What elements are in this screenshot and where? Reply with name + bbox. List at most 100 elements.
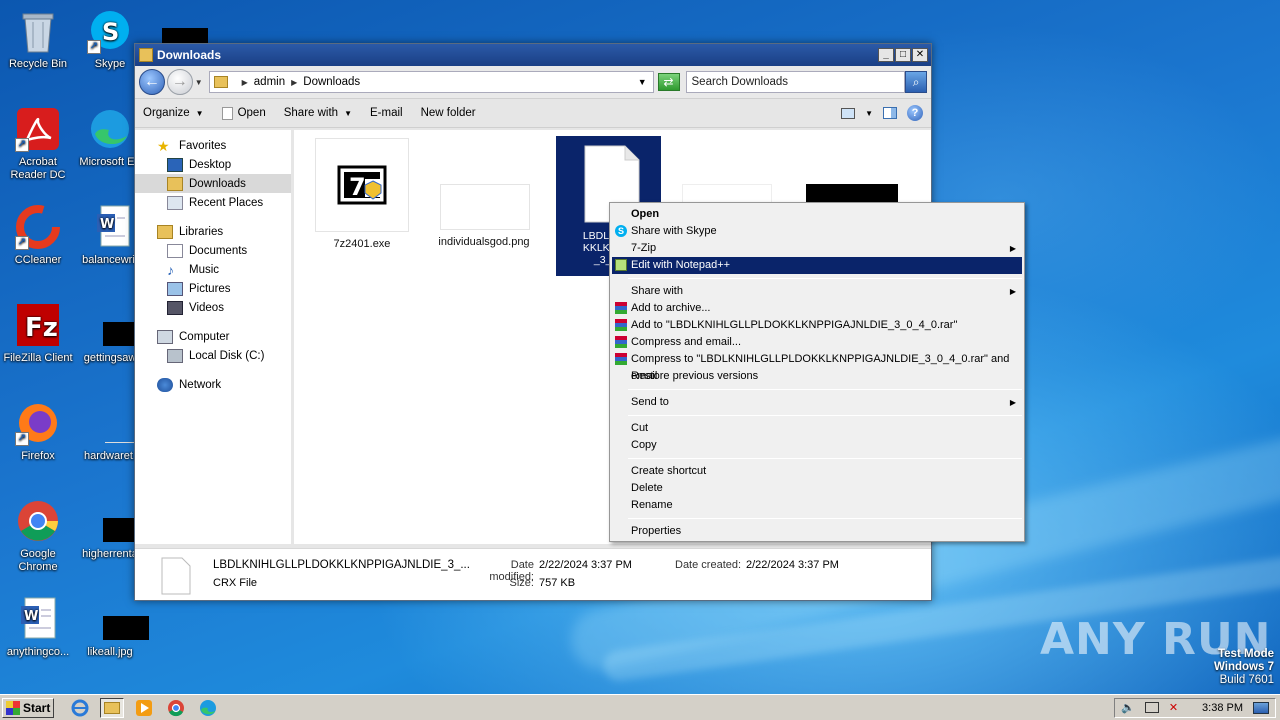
desktop-icon-recycle-bin[interactable]: Recycle Bin	[0, 8, 76, 71]
nav-downloads[interactable]: Downloads	[135, 174, 291, 193]
desktop-icon-chrome[interactable]: Google Chrome	[0, 498, 76, 574]
desktop-icon-firefox[interactable]: ↗ Firefox	[0, 400, 76, 463]
file-icon	[221, 106, 233, 120]
chrome-icon[interactable]	[164, 698, 188, 718]
edge-icon[interactable]	[196, 698, 220, 718]
menu-item-open[interactable]: Open	[612, 206, 1022, 223]
menu-item-rename[interactable]: Rename	[612, 497, 1022, 514]
desktop-icon-filezilla[interactable]: Fz FileZilla Client	[0, 302, 76, 365]
volume-icon[interactable]: 🔈	[1121, 701, 1135, 714]
email-button[interactable]: E-mail	[370, 107, 403, 119]
nav-local-disk[interactable]: Local Disk (C:)	[135, 346, 291, 365]
clock[interactable]: 3:38 PM	[1202, 702, 1243, 714]
new-folder-button[interactable]: New folder	[421, 107, 476, 119]
submenu-arrow-icon: ▶	[1009, 287, 1016, 296]
refresh-button[interactable]: ⇄	[657, 73, 680, 91]
menu-item-restore-versions[interactable]: Restore previous versions	[612, 368, 1022, 385]
desktop-icon-acrobat[interactable]: ↗ Acrobat Reader DC	[0, 106, 76, 182]
internet-explorer-icon[interactable]	[68, 698, 92, 718]
nav-recent-places[interactable]: Recent Places	[135, 193, 291, 212]
minimize-button[interactable]: _	[878, 48, 894, 62]
share-with-button[interactable]: Share with ▼	[284, 107, 352, 119]
test-mode-line: Build 7601	[1219, 674, 1274, 686]
chevron-down-icon[interactable]: ▼	[865, 109, 873, 118]
nav-pictures[interactable]: Pictures	[135, 279, 291, 298]
menu-item-label: Compress and email...	[631, 336, 742, 348]
maximize-button[interactable]: □	[895, 48, 911, 62]
image-thumbnail	[438, 138, 530, 230]
show-desktop-icon[interactable]	[1253, 701, 1269, 714]
menu-item-delete[interactable]: Delete	[612, 480, 1022, 497]
start-label: Start	[23, 700, 51, 715]
menu-item-cut[interactable]: Cut	[612, 420, 1022, 437]
menu-item-label: Properties	[631, 525, 682, 537]
breadcrumb-admin[interactable]: admin	[254, 76, 285, 88]
file-item-individualsgod[interactable]: individualsgod.png	[436, 138, 532, 248]
network-tray-icon[interactable]	[1144, 702, 1159, 713]
menu-item-share-skype[interactable]: S Share with Skype	[612, 223, 1022, 240]
organize-button[interactable]: Organize ▼	[143, 107, 204, 119]
desktop-icon-likeall[interactable]: likeall.jpg	[72, 596, 149, 659]
menu-item-share-with[interactable]: Share with ▶	[612, 283, 1022, 300]
back-button[interactable]: ←	[139, 69, 165, 95]
menu-item-properties[interactable]: Properties	[612, 523, 1022, 540]
desktop-icon-ccleaner[interactable]: ↗ CCleaner	[0, 204, 76, 267]
details-size-value: 757 KB	[539, 577, 576, 589]
desktop-icon-label: Firefox	[21, 450, 55, 462]
shortcut-arrow-icon: ↗	[15, 236, 29, 250]
menu-item-add-archive[interactable]: Add to archive...	[612, 300, 1022, 317]
menu-item-edit-notepadpp[interactable]: Edit with Notepad++	[612, 257, 1022, 274]
chrome-icon	[15, 498, 61, 544]
forward-button[interactable]: →	[166, 69, 193, 95]
nav-music[interactable]: ♪ Music	[135, 260, 291, 279]
menu-item-7zip[interactable]: 7-Zip ▶	[612, 240, 1022, 257]
desktop-icon-label: Google Chrome	[18, 548, 58, 573]
search-input[interactable]: Search Downloads	[685, 71, 906, 93]
menu-item-add-rar[interactable]: Add to "LBDLKNIHLGLLPLDOKKLKNPPIGAJNLDIE…	[612, 317, 1022, 334]
media-player-icon[interactable]	[132, 698, 156, 718]
desktop-icon-label: FileZilla Client	[3, 352, 73, 364]
taskbar: Start 🔈 ✕ 3:38 PM	[0, 694, 1280, 720]
open-button[interactable]: Open	[221, 106, 266, 120]
menu-item-label: Delete	[631, 482, 663, 494]
menu-item-compress-email[interactable]: Compress and email...	[612, 334, 1022, 351]
address-dropdown-icon[interactable]: ▼	[638, 77, 647, 87]
nav-favorites[interactable]: ★ Favorites	[135, 136, 291, 155]
menu-item-create-shortcut[interactable]: Create shortcut	[612, 463, 1022, 480]
breadcrumb-downloads[interactable]: Downloads	[303, 76, 360, 88]
breadcrumb-chevron-icon[interactable]: ▶	[291, 78, 297, 87]
menu-item-copy[interactable]: Copy	[612, 437, 1022, 454]
svg-text:S: S	[102, 18, 119, 46]
title-bar[interactable]: Downloads _ □ ✕	[135, 44, 931, 66]
nav-documents[interactable]: Documents	[135, 241, 291, 260]
menu-item-send-to[interactable]: Send to ▶	[612, 394, 1022, 411]
shortcut-arrow-icon: ↗	[15, 432, 29, 446]
nav-videos[interactable]: Videos	[135, 298, 291, 317]
winrar-icon	[615, 336, 627, 348]
explorer-taskbar-button[interactable]	[100, 697, 124, 718]
address-bar[interactable]: ▶ admin ▶ Downloads ▼	[208, 71, 654, 93]
start-button[interactable]: Start	[2, 697, 54, 718]
menu-item-label: Add to archive...	[631, 302, 711, 314]
desktop-icon-anythingco[interactable]: W anythingco...	[0, 596, 76, 659]
recent-pages-dropdown[interactable]: ▼	[195, 78, 205, 87]
nav-computer[interactable]: Computer	[135, 327, 291, 346]
preview-pane-icon[interactable]	[883, 107, 897, 119]
help-icon[interactable]: ?	[907, 105, 923, 121]
breadcrumb-chevron-icon[interactable]: ▶	[242, 78, 248, 87]
redacted-thumbnail[interactable]	[806, 184, 898, 204]
close-button[interactable]: ✕	[912, 48, 928, 62]
change-view-icon[interactable]	[841, 107, 856, 119]
search-icon[interactable]: ⌕	[905, 71, 927, 93]
nav-network[interactable]: Network	[135, 375, 291, 394]
action-center-icon[interactable]: ✕	[1169, 701, 1178, 714]
menu-item-compress-rar-email[interactable]: Compress to "LBDLKNIHLGLLPLDOKKLKNPPIGAJ…	[612, 351, 1022, 382]
nav-libraries[interactable]: Libraries	[135, 222, 291, 241]
svg-text:W: W	[24, 609, 38, 624]
image-thumbnail[interactable]	[682, 184, 772, 204]
nav-desktop[interactable]: Desktop	[135, 155, 291, 174]
redacted-thumbnail	[162, 28, 208, 44]
videos-icon	[167, 300, 183, 315]
nav-label: Videos	[189, 301, 224, 314]
file-item-7z2401[interactable]: 7 7z2401.exe	[314, 138, 410, 250]
